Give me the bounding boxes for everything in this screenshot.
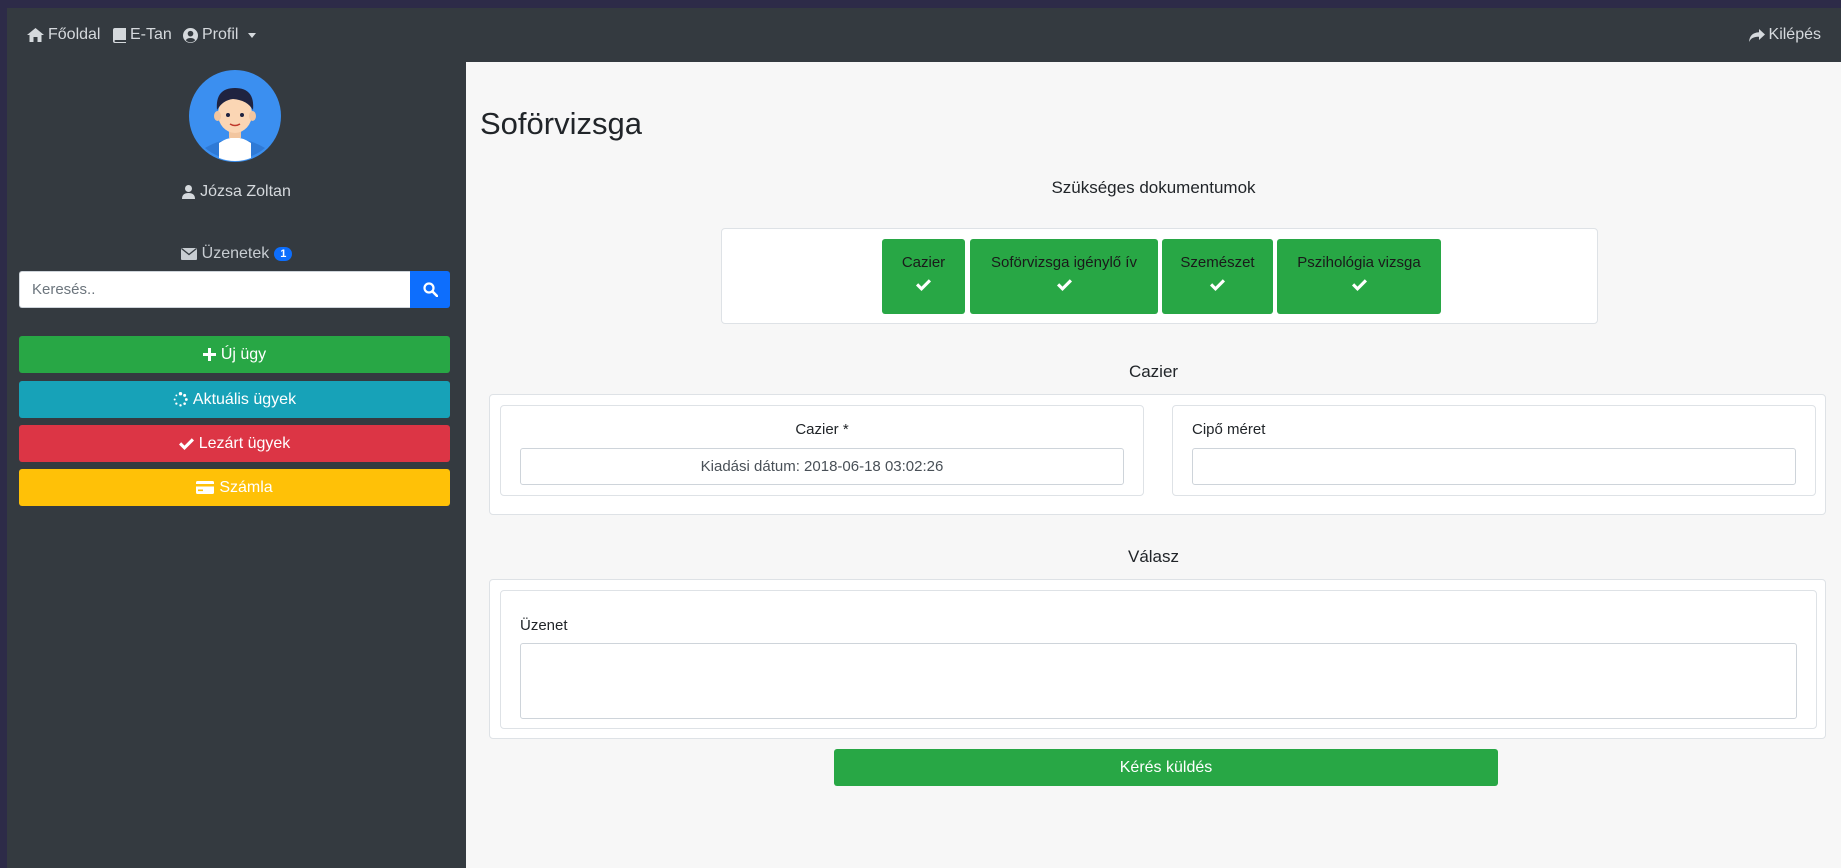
messages-count-badge: 1 — [274, 247, 293, 261]
doc-tile-label: Pszihológia vizsga — [1297, 254, 1421, 271]
cazier-field-label: Cazier * — [795, 421, 849, 438]
search-input[interactable] — [19, 271, 410, 308]
invoice-label: Számla — [219, 478, 273, 496]
nav-profile-dropdown[interactable]: Profil — [183, 26, 257, 44]
doc-tile-label: Szemészet — [1180, 254, 1255, 271]
user-icon — [182, 185, 196, 199]
closed-cases-button[interactable]: Lezárt ügyek — [19, 425, 450, 462]
nav-home-label: Főoldal — [48, 26, 101, 43]
reply-section-card: Üzenet — [489, 579, 1826, 739]
page-title: Soförvizsga — [480, 106, 642, 141]
check-icon — [178, 437, 194, 450]
new-case-button[interactable]: Új ügy — [19, 336, 450, 373]
send-request-button[interactable]: Kérés küldés — [834, 749, 1498, 786]
nav-logout[interactable]: Kilépés — [1748, 26, 1821, 44]
app-frame: Főoldal E-Tan Profil Kilépés Józsa Zolta… — [7, 8, 1841, 868]
shoe-size-card: Cipő méret — [1172, 405, 1816, 496]
check-icon — [1210, 279, 1225, 291]
shoe-size-input[interactable] — [1192, 448, 1796, 485]
message-card: Üzenet — [500, 590, 1817, 729]
reply-section-title: Válasz — [1127, 547, 1180, 566]
user-circle-icon — [183, 27, 198, 43]
doc-tile-ophthalmology[interactable]: Szemészet — [1162, 239, 1273, 314]
plus-icon — [202, 348, 216, 361]
avatar — [189, 70, 281, 162]
user-name-label: Józsa Zoltan — [200, 183, 291, 200]
check-icon — [916, 279, 931, 291]
doc-tile-label: Soförvizsga igénylő ív — [991, 254, 1137, 271]
closed-cases-label: Lezárt ügyek — [198, 434, 291, 452]
required-docs-title: Szükséges dokumentumok — [1051, 178, 1256, 197]
message-label: Üzenet — [520, 617, 568, 634]
messages-link[interactable]: Üzenetek 1 — [7, 245, 466, 263]
check-icon — [1056, 279, 1072, 291]
top-navbar: Főoldal E-Tan Profil Kilépés — [7, 8, 1841, 62]
chevron-down-icon — [248, 32, 257, 38]
messages-label: Üzenetek — [201, 245, 270, 262]
cazier-date-field[interactable]: Kiadási dátum: 2018-06-18 03:02:26 — [520, 448, 1124, 485]
user-name: Józsa Zoltan — [7, 183, 466, 201]
message-textarea[interactable] — [520, 643, 1797, 719]
envelope-icon — [180, 248, 197, 260]
search-icon — [422, 282, 438, 297]
required-docs-panel: Cazier Soförvizsga igénylő ív Szemészet … — [721, 228, 1598, 324]
spinner-icon — [173, 392, 188, 407]
nav-home[interactable]: Főoldal — [27, 26, 100, 44]
nav-etan-label: E-Tan — [130, 26, 172, 43]
cazier-field-card: Cazier * Kiadási dátum: 2018-06-18 03:02… — [500, 405, 1144, 496]
sidebar: Józsa Zoltan Üzenetek 1 Új ügy Aktuális … — [7, 62, 466, 868]
home-icon — [27, 28, 44, 42]
credit-card-icon — [196, 481, 215, 494]
check-icon — [1351, 279, 1367, 291]
doc-tile-psychology-exam[interactable]: Pszihológia vizsga — [1277, 239, 1441, 314]
new-case-label: Új ügy — [220, 345, 267, 363]
doc-tile-cazier[interactable]: Cazier — [882, 239, 965, 314]
book-icon — [113, 27, 126, 43]
main-content: Soförvizsga Szükséges dokumentumok Cazie… — [466, 62, 1841, 868]
current-cases-button[interactable]: Aktuális ügyek — [19, 381, 450, 418]
doc-tile-label: Cazier — [901, 254, 946, 271]
search-bar — [19, 271, 450, 308]
nav-profile-label: Profil — [202, 26, 239, 43]
cazier-section-card: Cazier * Kiadási dátum: 2018-06-18 03:02… — [489, 394, 1826, 515]
share-arrow-icon — [1748, 28, 1765, 42]
invoice-button[interactable]: Számla — [19, 469, 450, 506]
doc-tile-application-form[interactable]: Soförvizsga igénylő ív — [970, 239, 1158, 314]
search-button[interactable] — [410, 271, 450, 308]
shoe-size-label: Cipő méret — [1192, 421, 1266, 438]
nav-logout-label: Kilépés — [1768, 26, 1821, 43]
nav-etan[interactable]: E-Tan — [113, 26, 172, 44]
cazier-section-title: Cazier — [1128, 362, 1179, 381]
current-cases-label: Aktuális ügyek — [192, 390, 297, 408]
